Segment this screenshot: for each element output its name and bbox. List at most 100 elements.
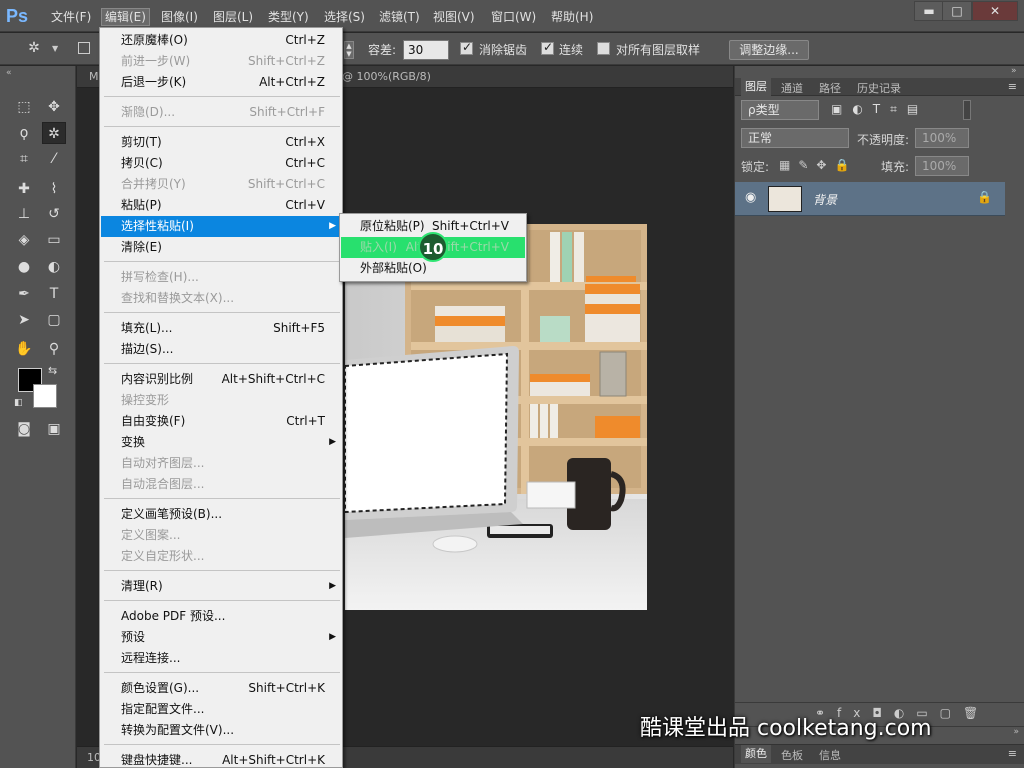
maximize-button[interactable]: □ <box>942 1 972 21</box>
menu-item-purge[interactable]: 清理(R) ▶ <box>101 576 341 597</box>
layer-filter-select[interactable]: ρ类型 <box>741 100 819 120</box>
menu-item-color-settings[interactable]: 颜色设置(G)... Shift+Ctrl+K <box>101 678 341 699</box>
dodge-tool-icon[interactable]: ◐ <box>42 256 66 278</box>
gradient-tool-icon[interactable]: ▭ <box>42 229 66 251</box>
menu-filter[interactable]: 滤镜(T) <box>376 8 423 26</box>
screen-mode-icon[interactable]: ▣ <box>42 418 66 440</box>
menu-item-step-backward[interactable]: 后退一步(K) Alt+Ctrl+Z <box>101 72 341 93</box>
collapse-icon[interactable]: « <box>6 68 12 78</box>
sample-all-layers-checkbox[interactable] <box>597 42 610 55</box>
menu-item-auto-blend[interactable]: 自动混合图层... <box>101 474 341 495</box>
menu-edit[interactable]: 编辑(E) <box>101 8 150 26</box>
menu-item-fill[interactable]: 填充(L)... Shift+F5 <box>101 318 341 339</box>
menu-item-auto-align[interactable]: 自动对齐图层... <box>101 453 341 474</box>
menu-item-cut[interactable]: 剪切(T) Ctrl+X <box>101 132 341 153</box>
menu-type[interactable]: 类型(Y) <box>265 8 312 26</box>
menu-item-step-forward[interactable]: 前进一步(W) Shift+Ctrl+Z <box>101 51 341 72</box>
menu-item-pdf-presets[interactable]: Adobe PDF 预设... <box>101 606 341 627</box>
tab-paths[interactable]: 路径 <box>819 80 841 96</box>
fill-input[interactable]: 100% <box>915 156 969 176</box>
sample-size-stepper[interactable]: ▲ ▼ <box>344 41 354 59</box>
eraser-tool-icon[interactable]: ◈ <box>12 229 36 251</box>
tab-swatches[interactable]: 色板 <box>781 747 803 763</box>
minimize-button[interactable]: ▬ <box>914 1 944 21</box>
lock-icons[interactable]: ▦✎✥🔒 <box>779 158 857 172</box>
menu-select[interactable]: 选择(S) <box>321 8 368 26</box>
chevron-down-icon[interactable]: ▼ <box>52 44 58 53</box>
menu-item-paste-special[interactable]: 选择性粘贴(I) ▶ <box>101 216 341 237</box>
quick-mask-icon[interactable]: ◙ <box>12 418 36 440</box>
menu-item-free-transform[interactable]: 自由变换(F) Ctrl+T <box>101 411 341 432</box>
hand-tool-icon[interactable]: ✋ <box>12 338 36 360</box>
collapse-panel-icon-2[interactable]: » <box>1013 727 1019 737</box>
brush-tool-icon[interactable]: ⌇ <box>42 178 66 200</box>
tab-info[interactable]: 信息 <box>819 747 841 763</box>
blur-tool-icon[interactable]: ● <box>12 256 36 278</box>
menu-help[interactable]: 帮助(H) <box>548 8 596 26</box>
pen-tool-icon[interactable]: ✒ <box>12 283 36 305</box>
rectangle-tool-icon[interactable]: ▢ <box>42 309 66 331</box>
menu-item-define-brush[interactable]: 定义画笔预设(B)... <box>101 504 341 525</box>
menu-window[interactable]: 窗口(W) <box>488 8 539 26</box>
menu-item-undo[interactable]: 还原魔棒(O) Ctrl+Z <box>101 30 341 51</box>
blend-mode-select[interactable]: 正常 <box>741 128 849 148</box>
new-selection-icon[interactable] <box>78 42 90 54</box>
background-color-swatch[interactable] <box>33 384 57 408</box>
history-brush-icon[interactable]: ↺ <box>42 203 66 225</box>
type-tool-icon[interactable]: T <box>42 283 66 305</box>
layer-thumbnail <box>768 186 802 212</box>
lasso-tool-icon[interactable]: ϙ <box>12 122 36 144</box>
collapse-panel-icon[interactable]: » <box>1011 66 1017 76</box>
marquee-tool-icon[interactable]: ⬚ <box>12 96 36 118</box>
menu-file[interactable]: 文件(F) <box>48 8 94 26</box>
default-colors-icon[interactable]: ◧ <box>14 398 23 408</box>
menu-item-copy[interactable]: 拷贝(C) Ctrl+C <box>101 153 341 174</box>
menu-item-define-shape[interactable]: 定义自定形状... <box>101 546 341 567</box>
tab-color[interactable]: 颜色 <box>741 745 771 763</box>
menu-image[interactable]: 图像(I) <box>158 8 201 26</box>
contiguous-checkbox[interactable] <box>541 40 554 55</box>
panel-menu-icon[interactable]: ≡ <box>1008 80 1017 93</box>
path-selection-icon[interactable]: ➤ <box>12 309 36 331</box>
swap-colors-icon[interactable]: ⇆ <box>48 364 57 377</box>
anti-alias-checkbox[interactable] <box>460 40 473 55</box>
menu-item-fade[interactable]: 渐隐(D)... Shift+Ctrl+F <box>101 102 341 123</box>
menu-item-keyboard-shortcuts[interactable]: 键盘快捷键... Alt+Shift+Ctrl+K <box>101 750 341 767</box>
filter-icons[interactable]: ▣◐T⌗▤ <box>831 102 928 117</box>
magic-wand-tool-icon[interactable]: ✲ <box>42 122 66 144</box>
menu-item-clear[interactable]: 清除(E) <box>101 237 341 258</box>
stamp-tool-icon[interactable]: ⊥ <box>12 203 36 225</box>
menu-item-paste[interactable]: 粘贴(P) Ctrl+V <box>101 195 341 216</box>
menu-layer[interactable]: 图层(L) <box>210 8 256 26</box>
refine-edge-button[interactable]: 调整边缘... <box>729 40 809 60</box>
move-tool-icon[interactable]: ✥ <box>42 96 66 118</box>
tab-channels[interactable]: 通道 <box>781 80 803 96</box>
close-button[interactable]: ✕ <box>972 1 1018 21</box>
menu-item-stroke[interactable]: 描边(S)... <box>101 339 341 360</box>
menu-item-presets[interactable]: 预设 ▶ <box>101 627 341 648</box>
menu-item-assign-profile[interactable]: 指定配置文件... <box>101 699 341 720</box>
crop-tool-icon[interactable]: ⌗ <box>12 148 36 170</box>
eye-icon[interactable]: ◉ <box>745 190 756 205</box>
menu-item-spell-check[interactable]: 拼写检查(H)... <box>101 267 341 288</box>
menu-view[interactable]: 视图(V) <box>430 8 478 26</box>
menu-item-define-pattern[interactable]: 定义图案... <box>101 525 341 546</box>
menu-item-convert-profile[interactable]: 转换为配置文件(V)... <box>101 720 341 741</box>
menu-item-find-replace[interactable]: 查找和替换文本(X)... <box>101 288 341 309</box>
tab-layers[interactable]: 图层 <box>741 78 771 96</box>
menu-item-content-aware-scale[interactable]: 内容识别比例 Alt+Shift+Ctrl+C <box>101 369 341 390</box>
filter-toggle[interactable] <box>963 100 971 120</box>
menu-item-transform[interactable]: 变换 ▶ <box>101 432 341 453</box>
healing-brush-icon[interactable]: ✚ <box>12 178 36 200</box>
menu-item-remote-connections[interactable]: 远程连接... <box>101 648 341 669</box>
eyedropper-tool-icon[interactable]: ⁄ <box>42 148 66 170</box>
tab-history[interactable]: 历史记录 <box>857 80 901 96</box>
menu-item-puppet-warp[interactable]: 操控变形 <box>101 390 341 411</box>
opacity-input[interactable]: 100% <box>915 128 969 148</box>
menu-item-copy-merged[interactable]: 合并拷贝(Y) Shift+Ctrl+C <box>101 174 341 195</box>
zoom-tool-icon[interactable]: ⚲ <box>42 338 66 360</box>
panel-menu-icon-2[interactable]: ≡ <box>1008 747 1017 760</box>
magic-wand-preset-icon[interactable]: ✲ <box>22 37 46 59</box>
tolerance-input[interactable]: 30 <box>403 40 449 60</box>
layer-row-background[interactable]: ◉ 背景 🔒 <box>735 182 1005 216</box>
